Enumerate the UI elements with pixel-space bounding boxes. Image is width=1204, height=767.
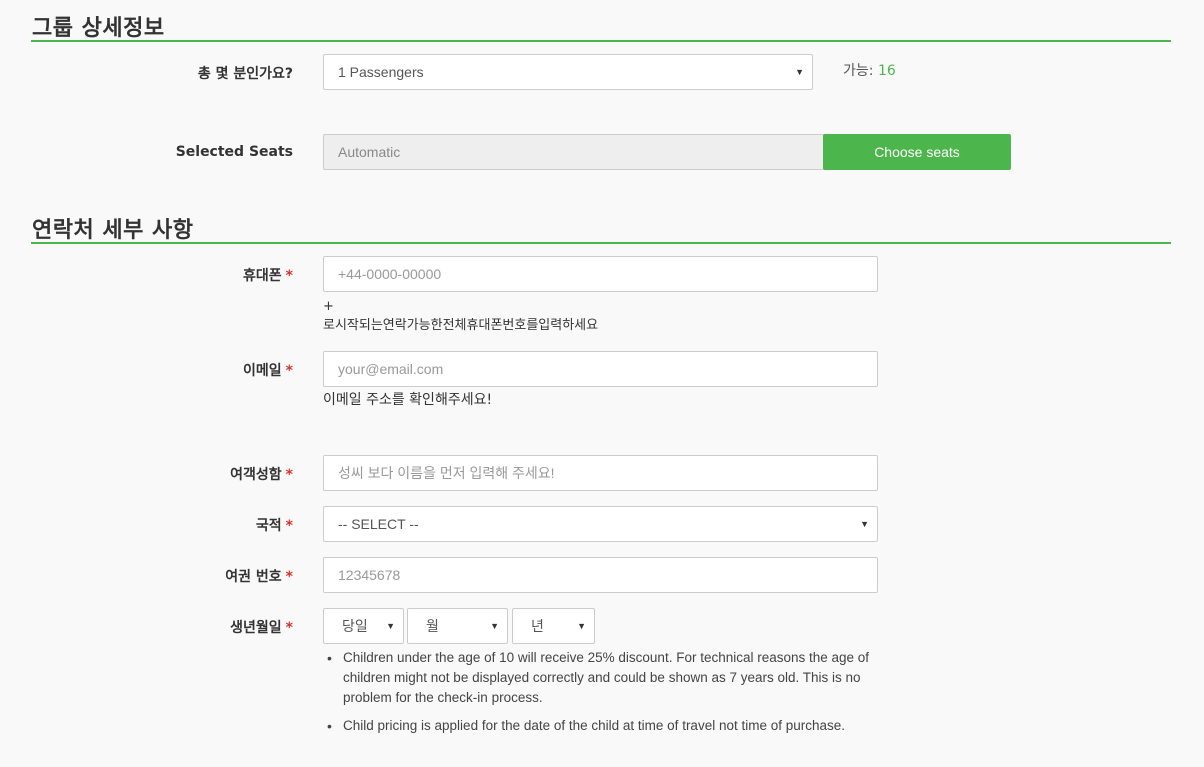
section-divider [31,242,1171,244]
passport-label-text: 여권 번호 [225,569,282,585]
birth-year-value: 년 [531,618,544,634]
chevron-down-icon: ▼ [860,519,869,529]
passport-placeholder: 12345678 [338,567,401,583]
phone-placeholder: +44-0000-00000 [338,266,442,282]
phone-label: 휴대폰 * [243,265,293,285]
choose-seats-button[interactable]: Choose seats [823,134,1011,170]
birthdate-label-text: 생년월일 [230,620,282,636]
nationality-label: 국적 * [256,515,293,535]
birthdate-label: 생년월일 * [230,617,293,637]
required-mark: * [285,268,293,284]
phone-help-text: 로시작되는연락가능한전체휴대폰번호를입력하세요 [323,318,599,333]
required-mark: * [285,569,293,585]
passengers-value: 1 Passengers [338,64,424,80]
passport-input[interactable]: 12345678 [323,557,878,593]
chevron-down-icon: ▼ [386,621,395,631]
selected-seats-label: Selected Seats [175,144,293,160]
birth-month-select[interactable]: 월 ▼ [407,608,508,644]
availability-count: 16 [877,63,896,79]
required-mark: * [285,518,293,534]
list-item: Child pricing is applied for the date of… [323,716,883,736]
chevron-down-icon: ▼ [577,621,586,631]
phone-help: + 로시작되는연락가능한전체휴대폰번호를입력하세요 [323,297,598,335]
email-label-text: 이메일 [243,363,282,379]
contact-details-title: 연락처 세부 사항 [32,218,194,243]
passenger-name-label: 여객성함 * [230,464,293,484]
required-mark: * [285,620,293,636]
list-item: Children under the age of 10 will receiv… [323,648,883,708]
chevron-down-icon: ▼ [795,67,804,77]
nationality-value: -- SELECT -- [338,516,419,532]
birth-month-value: 월 [426,618,439,634]
email-help: 이메일 주소를 확인해주세요! [323,392,493,408]
chevron-down-icon: ▼ [490,621,499,631]
passenger-name-label-text: 여객성함 [230,467,282,483]
passport-label: 여권 번호 * [225,566,293,586]
group-details-title: 그룹 상세정보 [32,16,165,41]
required-mark: * [285,363,293,379]
email-label: 이메일 * [243,360,293,380]
availability-label: 가능: [843,63,874,79]
phone-help-plus: + [323,299,334,314]
passengers-select[interactable]: 1 Passengers ▼ [323,54,813,90]
selected-seats-value: Automatic [338,144,401,160]
selected-seats-field: Automatic [323,134,825,170]
passengers-label: 총 몇 분인가요? [197,66,293,82]
availability: 가능: 16 [843,60,896,80]
nationality-select[interactable]: -- SELECT -- ▼ [323,506,878,542]
child-pricing-notes: Children under the age of 10 will receiv… [323,648,883,744]
section-divider [31,40,1171,42]
phone-input[interactable]: +44-0000-00000 [323,256,878,292]
email-placeholder: your@email.com [338,361,444,377]
birth-day-select[interactable]: 당일 ▼ [323,608,404,644]
required-mark: * [285,467,293,483]
email-input[interactable]: your@email.com [323,351,878,387]
birth-year-select[interactable]: 년 ▼ [512,608,595,644]
nationality-label-text: 국적 [255,518,282,534]
phone-label-text: 휴대폰 [243,268,282,284]
birth-day-value: 당일 [342,618,368,634]
passenger-name-input[interactable]: 성씨 보다 이름을 먼저 입력해 주세요! [323,455,878,491]
passenger-name-placeholder: 성씨 보다 이름을 먼저 입력해 주세요! [338,465,555,481]
